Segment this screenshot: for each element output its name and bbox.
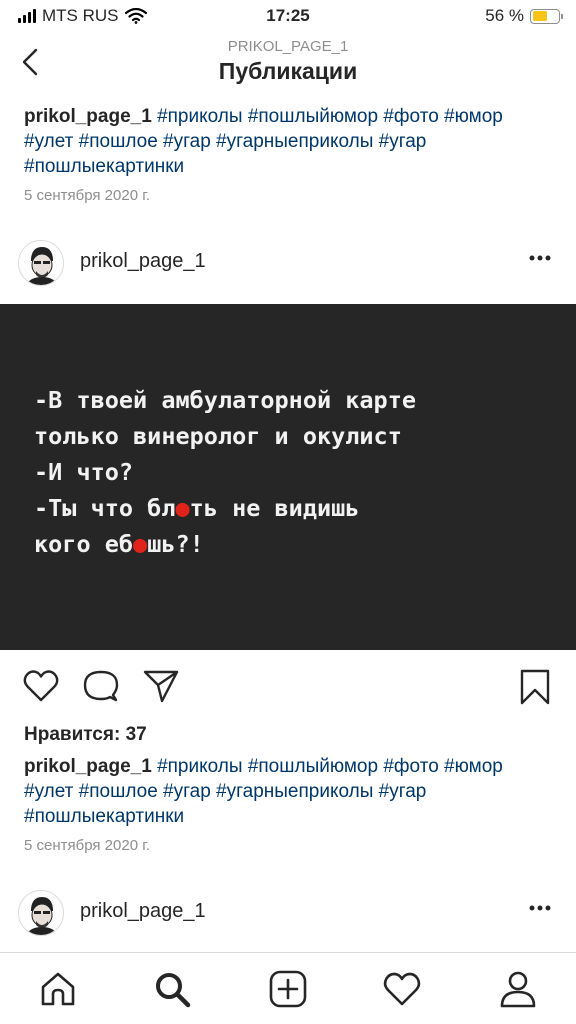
tab-bar: [0, 952, 576, 1024]
post-actions: [0, 650, 576, 724]
paper-plane-icon[interactable]: [142, 668, 180, 704]
post-header: prikol_page_1: [0, 224, 576, 304]
meme-line: -Ты что бл●ть не видишь: [34, 490, 416, 526]
meme-line: только винеролог и окулист: [34, 422, 402, 450]
hashtag-link[interactable]: #пошлое: [79, 781, 158, 802]
nav-subtitle: PRIKOL_PAGE_1: [227, 38, 349, 55]
battery-percent: 56 %: [485, 6, 524, 25]
hashtag-link[interactable]: #улет: [24, 781, 73, 802]
likes-count[interactable]: Нравится: 37: [0, 724, 576, 746]
bookmark-icon[interactable]: [518, 668, 552, 706]
previous-post-date: 5 сентября 2020 г.: [24, 187, 151, 204]
hashtag-link[interactable]: #угар: [163, 781, 211, 802]
post-caption: prikol_page_1 #приколы #пошлыйюмор #фото…: [0, 754, 576, 829]
avatar-image: [19, 241, 63, 285]
heart-icon[interactable]: [22, 668, 60, 704]
meme-fragment: -Ты что бл: [34, 494, 176, 522]
hashtag-link[interactable]: #фото: [383, 756, 438, 777]
hashtag-link[interactable]: #угарныеприколы: [216, 781, 373, 802]
avatar[interactable]: [18, 890, 64, 936]
caption-username[interactable]: prikol_page_1: [24, 106, 152, 127]
activity-heart-icon[interactable]: [382, 969, 422, 1009]
meme-fragment: шь?!: [147, 530, 204, 558]
meme-fragment: ть не видишь: [189, 494, 360, 522]
status-bar: MTS RUS 17:25 56 %: [0, 0, 576, 34]
meme-text: -В твоей амбулаторной карте только винеро…: [34, 382, 416, 562]
next-post-header: prikol_page_1: [0, 874, 576, 952]
comment-bubble-icon[interactable]: [82, 668, 120, 704]
meme-line: кого еб●шь?!: [34, 526, 416, 562]
nav-header: PRIKOL_PAGE_1 Публикации: [0, 34, 576, 94]
hashtag-link[interactable]: #юмор: [444, 106, 503, 127]
page-title: Публикации: [218, 58, 358, 84]
battery-icon: [530, 8, 563, 24]
hashtag-link[interactable]: #угар: [379, 781, 427, 802]
hashtag-link[interactable]: #фото: [383, 106, 438, 127]
avatar-image: [19, 891, 63, 935]
hashtag-link[interactable]: #пошлое: [79, 131, 158, 152]
meme-line: -В твоей амбулаторной карте: [34, 386, 417, 414]
hashtag-link[interactable]: #приколы: [157, 106, 242, 127]
hashtag-link[interactable]: #угарныеприколы: [216, 131, 373, 152]
hashtag-link[interactable]: #улет: [24, 131, 73, 152]
censor-dot: ●: [133, 530, 148, 558]
meme-line: -И что?: [34, 458, 134, 486]
hashtag-link[interactable]: #пошлыекартинки: [24, 156, 184, 177]
post-date: 5 сентября 2020 г.: [24, 837, 151, 854]
meme-fragment: кого еб: [34, 530, 134, 558]
post-image[interactable]: -В твоей амбулаторной карте только винеро…: [0, 304, 576, 650]
feed: prikol_page_1 #приколы #пошлыйюмор #фото…: [0, 104, 576, 952]
plus-square-icon[interactable]: [268, 969, 308, 1009]
home-icon[interactable]: [38, 969, 78, 1009]
hashtag-link[interactable]: #пошлыекартинки: [24, 806, 184, 827]
hashtag-link[interactable]: #пошлыйюмор: [248, 106, 378, 127]
more-dots-icon[interactable]: [528, 254, 552, 262]
person-icon[interactable]: [498, 969, 538, 1009]
more-dots-icon[interactable]: [528, 904, 552, 912]
status-right: 56 %: [485, 6, 563, 26]
previous-post-caption: prikol_page_1 #приколы #пошлыйюмор #фото…: [0, 104, 576, 179]
hashtag-link[interactable]: #приколы: [157, 756, 242, 777]
hashtag-link[interactable]: #угар: [379, 131, 427, 152]
hashtag-link[interactable]: #юмор: [444, 756, 503, 777]
censor-dot: ●: [175, 494, 190, 522]
post-username[interactable]: prikol_page_1: [80, 900, 206, 923]
hashtag-link[interactable]: #угар: [163, 131, 211, 152]
post-username[interactable]: prikol_page_1: [80, 250, 206, 273]
avatar[interactable]: [18, 240, 64, 286]
caption-username[interactable]: prikol_page_1: [24, 756, 152, 777]
battery-level: [532, 11, 547, 21]
search-icon[interactable]: [152, 969, 192, 1009]
hashtag-link[interactable]: #пошлыйюмор: [248, 756, 378, 777]
